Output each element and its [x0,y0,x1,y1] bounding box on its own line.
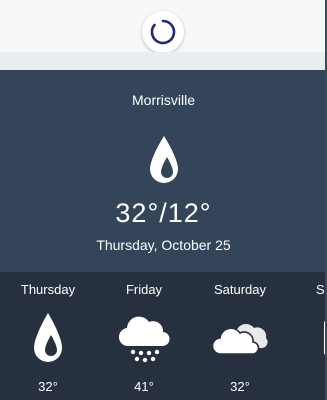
forecast-day-friday[interactable]: Friday 41° [96,272,192,400]
forecast-day-name: Saturday [213,282,267,297]
forecast-day-temp: 41° [134,379,154,394]
forecast-day-thursday[interactable]: Thursday 32° [0,272,96,400]
raindrop-icon [150,136,178,183]
forecast-day-sunday[interactable]: Su [288,272,327,400]
forecast-day-icon-wrap [288,310,327,366]
loading-spinner-icon [150,19,176,45]
forecast-day-name: Thursday [20,282,76,297]
forecast-day-name: Su [316,282,327,297]
forecast-day-temp: 32° [230,379,250,394]
divider-band [0,52,327,70]
snow-cloud-icon [118,316,170,363]
raindrop-icon [34,313,62,362]
forecast-day-saturday[interactable]: Saturday 32° [192,272,288,400]
city-name: Morrisville [132,92,195,108]
forecast-day-temp: 32° [38,379,58,394]
forecast-day-icon-wrap [192,310,288,366]
current-date: Thursday, October 25 [96,237,231,253]
loading-indicator [142,11,184,53]
current-weather-panel[interactable]: Morrisville 32°/12° Thursday, October 25 [0,70,327,272]
cloud-icon [211,324,268,355]
forecast-day-icon-wrap [96,310,192,366]
top-bar [0,0,327,53]
forecast-day-name: Friday [125,282,163,297]
forecast-strip[interactable]: Thursday 32° Friday 41° Saturday 32° S [0,272,327,400]
temperature-range: 32°/12° [115,198,212,228]
forecast-day-icon-wrap [0,310,96,366]
